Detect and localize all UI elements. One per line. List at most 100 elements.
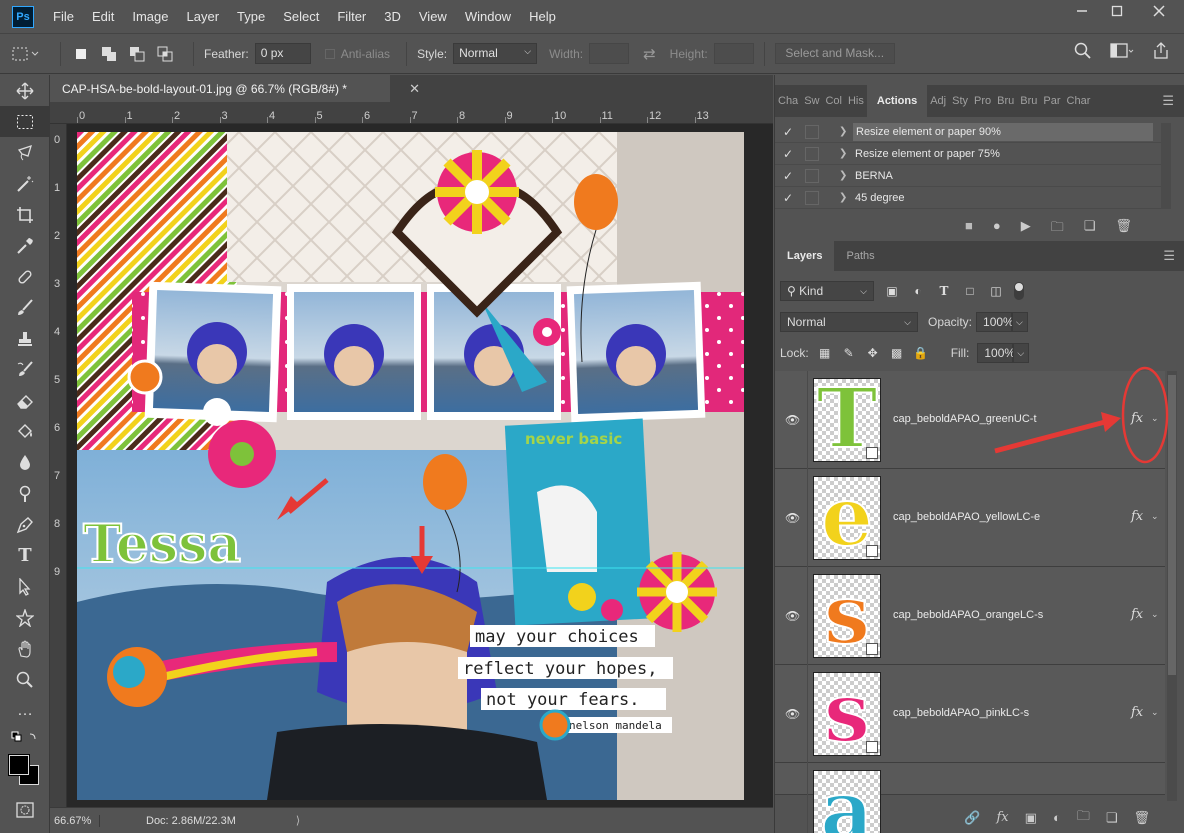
lock-transparency-icon[interactable]: ▦ xyxy=(817,345,833,361)
link-icon[interactable]: 🔗 xyxy=(964,810,980,826)
layer-thumbnail[interactable]: e xyxy=(813,468,881,566)
marquee-tool[interactable] xyxy=(0,106,50,137)
folder-icon[interactable]: 🗀 xyxy=(1051,218,1064,240)
chevron-down-icon[interactable]: ⌄ xyxy=(1151,511,1159,522)
layer-effects-icon[interactable]: fx xyxy=(1131,509,1143,524)
stop-icon[interactable]: ■ xyxy=(965,218,973,240)
dialog-toggle[interactable] xyxy=(805,190,819,205)
menu-edit[interactable]: Edit xyxy=(83,9,123,24)
play-icon[interactable]: ▶ xyxy=(1021,218,1031,240)
group-folder-icon[interactable]: 🗀 xyxy=(1077,807,1090,829)
dodge-tool[interactable] xyxy=(0,478,50,509)
intersect-selection-button[interactable] xyxy=(155,44,175,64)
panel-tab[interactable]: Sty xyxy=(949,85,971,117)
document-tab[interactable]: CAP-HSA-be-bold-layout-01.jpg @ 66.7% (R… xyxy=(50,75,420,102)
search-icon[interactable] xyxy=(1074,42,1092,60)
more-tools[interactable]: … xyxy=(0,695,50,726)
custom-shape-tool[interactable] xyxy=(0,602,50,633)
type-filter-icon[interactable]: T xyxy=(936,283,952,299)
panel-tab[interactable]: Bru xyxy=(1017,85,1040,117)
lock-artboard-icon[interactable]: ▩ xyxy=(889,345,905,361)
layer-row[interactable]: 👁a xyxy=(775,762,1165,833)
new-layer-icon[interactable]: ❏ xyxy=(1106,810,1118,826)
shape-filter-icon[interactable]: □ xyxy=(962,283,978,299)
layer-row[interactable]: 👁 s cap_beboldAPAO_orangeLC-s fx ⌄ xyxy=(775,566,1165,665)
chevron-right-icon[interactable]: ❯ xyxy=(839,192,853,203)
layer-thumbnail[interactable]: T xyxy=(813,370,881,468)
marquee-tool-preset[interactable] xyxy=(0,46,50,62)
layers-menu-icon[interactable]: ☰ xyxy=(1163,248,1175,264)
height-input[interactable] xyxy=(713,43,754,64)
width-input[interactable] xyxy=(589,43,630,64)
menu-select[interactable]: Select xyxy=(274,9,328,24)
menu-filter[interactable]: Filter xyxy=(328,9,375,24)
type-tool[interactable]: T xyxy=(0,540,50,571)
chevron-right-icon[interactable]: ❯ xyxy=(839,170,853,181)
tab-paths[interactable]: Paths xyxy=(834,241,886,271)
lock-all-icon[interactable]: 🔒 xyxy=(913,345,929,361)
quick-mask-tool[interactable] xyxy=(0,794,50,825)
eraser-tool[interactable] xyxy=(0,385,50,416)
layer-row[interactable]: 👁 e cap_beboldAPAO_yellowLC-e fx ⌄ xyxy=(775,468,1165,567)
share-icon[interactable] xyxy=(1152,42,1170,60)
minimize-button[interactable] xyxy=(1064,0,1099,22)
eye-icon[interactable]: 👁 xyxy=(785,413,800,427)
layer-name[interactable]: cap_beboldAPAO_orangeLC-s xyxy=(893,609,1043,621)
dialog-toggle[interactable] xyxy=(805,146,819,161)
panel-tab[interactable]: Actions xyxy=(866,85,928,117)
layer-effects-icon[interactable]: fx xyxy=(1131,705,1143,720)
new-action-icon[interactable]: ❏ xyxy=(1084,218,1096,240)
check-icon[interactable]: ✓ xyxy=(775,169,801,183)
panel-tab[interactable]: Pro xyxy=(971,85,994,117)
dialog-toggle[interactable] xyxy=(805,168,819,183)
layer-row[interactable]: 👁 s cap_beboldAPAO_pinkLC-s fx ⌄ xyxy=(775,664,1165,763)
action-row[interactable]: ✓ ❯ BERNA xyxy=(775,165,1165,187)
path-selection-tool[interactable] xyxy=(0,571,50,602)
eye-icon[interactable]: 👁 xyxy=(785,609,800,623)
adjustment-icon[interactable]: ◐ xyxy=(1053,810,1061,825)
chevron-down-icon[interactable]: ⌄ xyxy=(1151,609,1159,620)
crop-tool[interactable] xyxy=(0,199,50,230)
panel-tab[interactable]: Char xyxy=(1064,85,1094,117)
panel-tab[interactable]: Cha xyxy=(775,85,801,117)
check-icon[interactable]: ✓ xyxy=(775,125,801,139)
menu-help[interactable]: Help xyxy=(520,9,565,24)
healing-brush-tool[interactable] xyxy=(0,261,50,292)
menu-image[interactable]: Image xyxy=(123,9,177,24)
hand-tool[interactable] xyxy=(0,633,50,664)
paint-bucket-tool[interactable] xyxy=(0,416,50,447)
layer-thumbnail[interactable]: s xyxy=(813,566,881,664)
subtract-selection-button[interactable] xyxy=(127,44,147,64)
clone-stamp-tool[interactable] xyxy=(0,323,50,354)
magic-wand-tool[interactable] xyxy=(0,168,50,199)
default-colors[interactable] xyxy=(0,726,50,750)
delete-layer-icon[interactable]: 🗑 xyxy=(1133,810,1150,826)
pen-tool[interactable] xyxy=(0,509,50,540)
panel-menu-icon[interactable]: ☰ xyxy=(1162,93,1174,109)
new-selection-button[interactable] xyxy=(71,44,91,64)
menu-file[interactable]: File xyxy=(44,9,83,24)
lock-image-icon[interactable]: ✎ xyxy=(841,345,857,361)
eye-icon[interactable]: 👁 xyxy=(785,511,800,525)
screen-mode-tool[interactable] xyxy=(0,825,50,833)
blend-mode-select[interactable]: Normal ⌵ xyxy=(780,312,918,332)
trash-icon[interactable]: 🗑 xyxy=(1115,218,1132,240)
eye-icon[interactable]: 👁 xyxy=(785,707,800,721)
record-icon[interactable]: ● xyxy=(993,218,1001,240)
menu-window[interactable]: Window xyxy=(456,9,520,24)
chevron-right-icon[interactable]: ⟩ xyxy=(296,814,300,827)
fx-icon[interactable]: fx xyxy=(997,810,1009,825)
scrapbook-page[interactable]: never basic may your choices reflect you… xyxy=(77,132,744,800)
panel-tab[interactable]: Col xyxy=(822,85,845,117)
history-brush-tool[interactable] xyxy=(0,354,50,385)
close-window-button[interactable] xyxy=(1134,0,1184,22)
zoom-tool[interactable] xyxy=(0,664,50,695)
chevron-right-icon[interactable]: ❯ xyxy=(839,126,853,137)
panel-tab[interactable]: His xyxy=(845,85,867,117)
kind-filter-select[interactable]: ⚲ Kind ⌵ xyxy=(780,281,874,301)
zoom-level[interactable]: 66.67% xyxy=(50,814,100,827)
menu-layer[interactable]: Layer xyxy=(178,9,229,24)
add-selection-button[interactable] xyxy=(99,44,119,64)
menu-view[interactable]: View xyxy=(410,9,456,24)
panel-tab[interactable]: Par xyxy=(1040,85,1063,117)
